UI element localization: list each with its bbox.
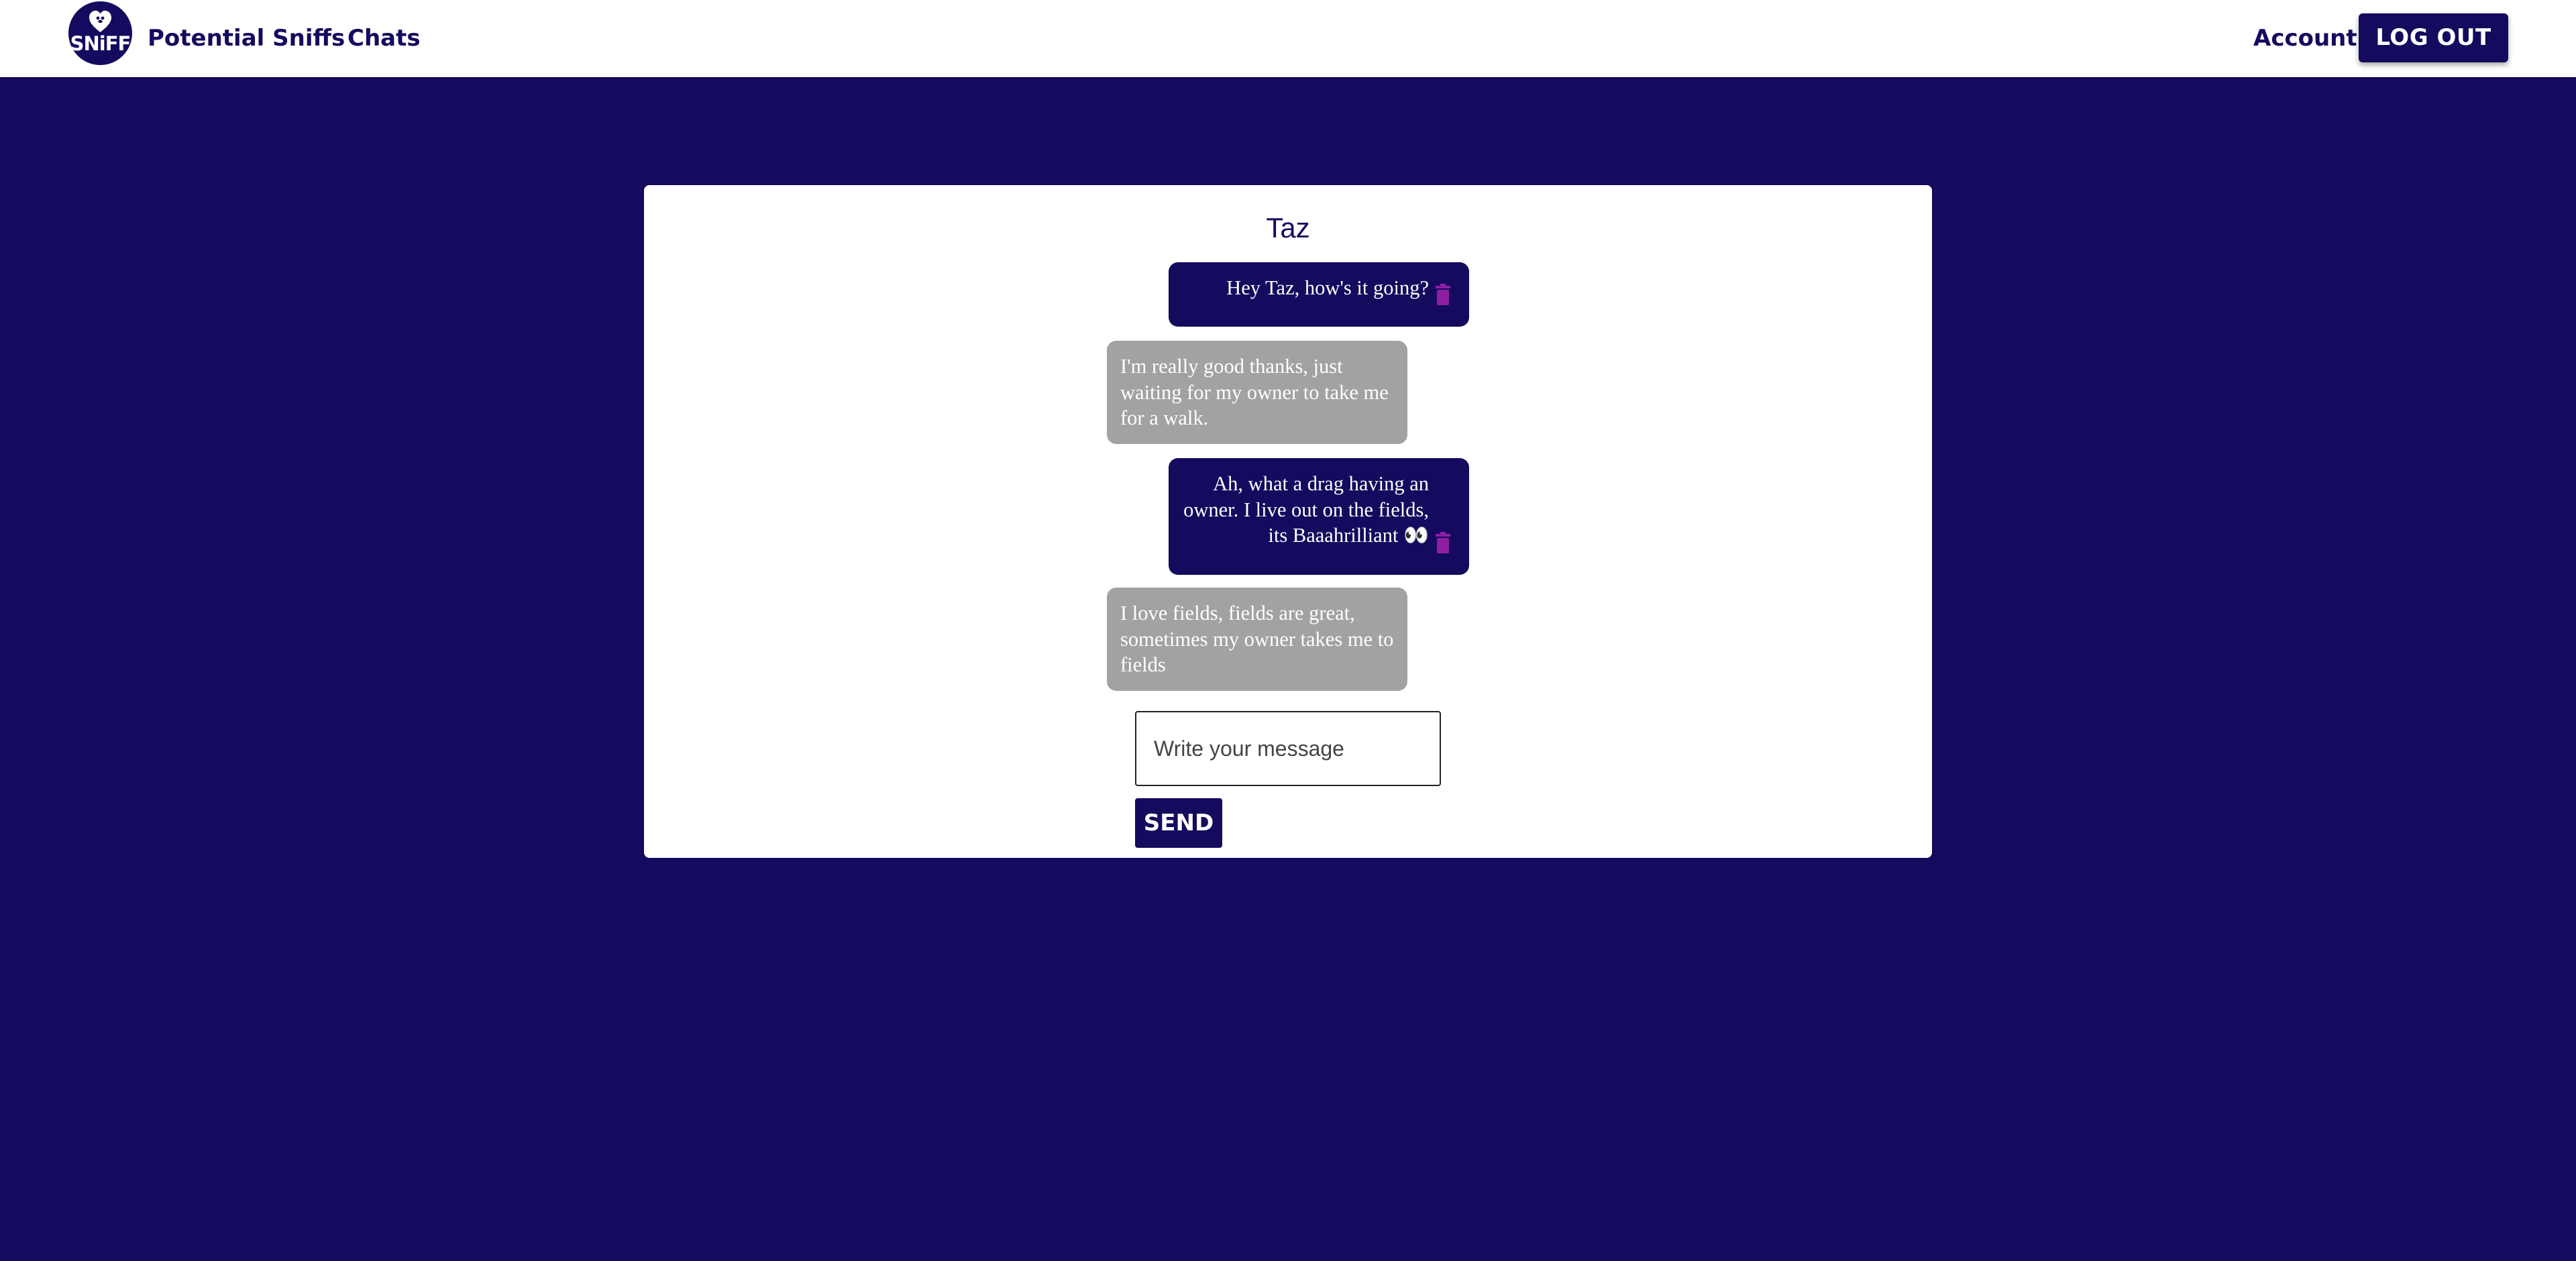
message-text: I love fields, fields are great, sometim…: [1120, 602, 1394, 676]
message-bubble-received: I'm really good thanks, just waiting for…: [1107, 341, 1407, 444]
message-text: Ah, what a drag having an owner. I live …: [1183, 472, 1429, 547]
message-text: Hey Taz, how's it going?: [1226, 276, 1429, 299]
logout-button[interactable]: LOG OUT: [2359, 13, 2508, 62]
message-bubble-sent: Hey Taz, how's it going?: [1169, 262, 1469, 327]
logo-wordmark: SNiFF: [70, 32, 131, 55]
message-input[interactable]: [1135, 711, 1441, 786]
message-bubble-sent: Ah, what a drag having an owner. I live …: [1169, 458, 1469, 575]
delete-message-button[interactable]: [1436, 532, 1450, 553]
trash-icon: [1436, 284, 1450, 305]
message-text: I'm really good thanks, just waiting for…: [1120, 355, 1389, 429]
top-navbar: SNiFF Potential Sniffs Chats Account LOG…: [0, 0, 2576, 77]
message-bubble-received: I love fields, fields are great, sometim…: [1107, 588, 1407, 691]
trash-icon: [1436, 532, 1450, 553]
chat-partner-name: Taz: [1266, 212, 1310, 243]
nav-link-chats[interactable]: Chats: [347, 23, 421, 54]
sniff-logo[interactable]: SNiFF: [68, 1, 132, 65]
nav-link-potential-sniffs[interactable]: Potential Sniffs: [148, 23, 345, 54]
chat-panel: Taz Hey Taz, how's it going? I'm really …: [644, 185, 1932, 858]
nav-link-account[interactable]: Account: [2253, 23, 2357, 54]
delete-message-button[interactable]: [1436, 284, 1450, 305]
send-button[interactable]: SEND: [1135, 798, 1222, 848]
